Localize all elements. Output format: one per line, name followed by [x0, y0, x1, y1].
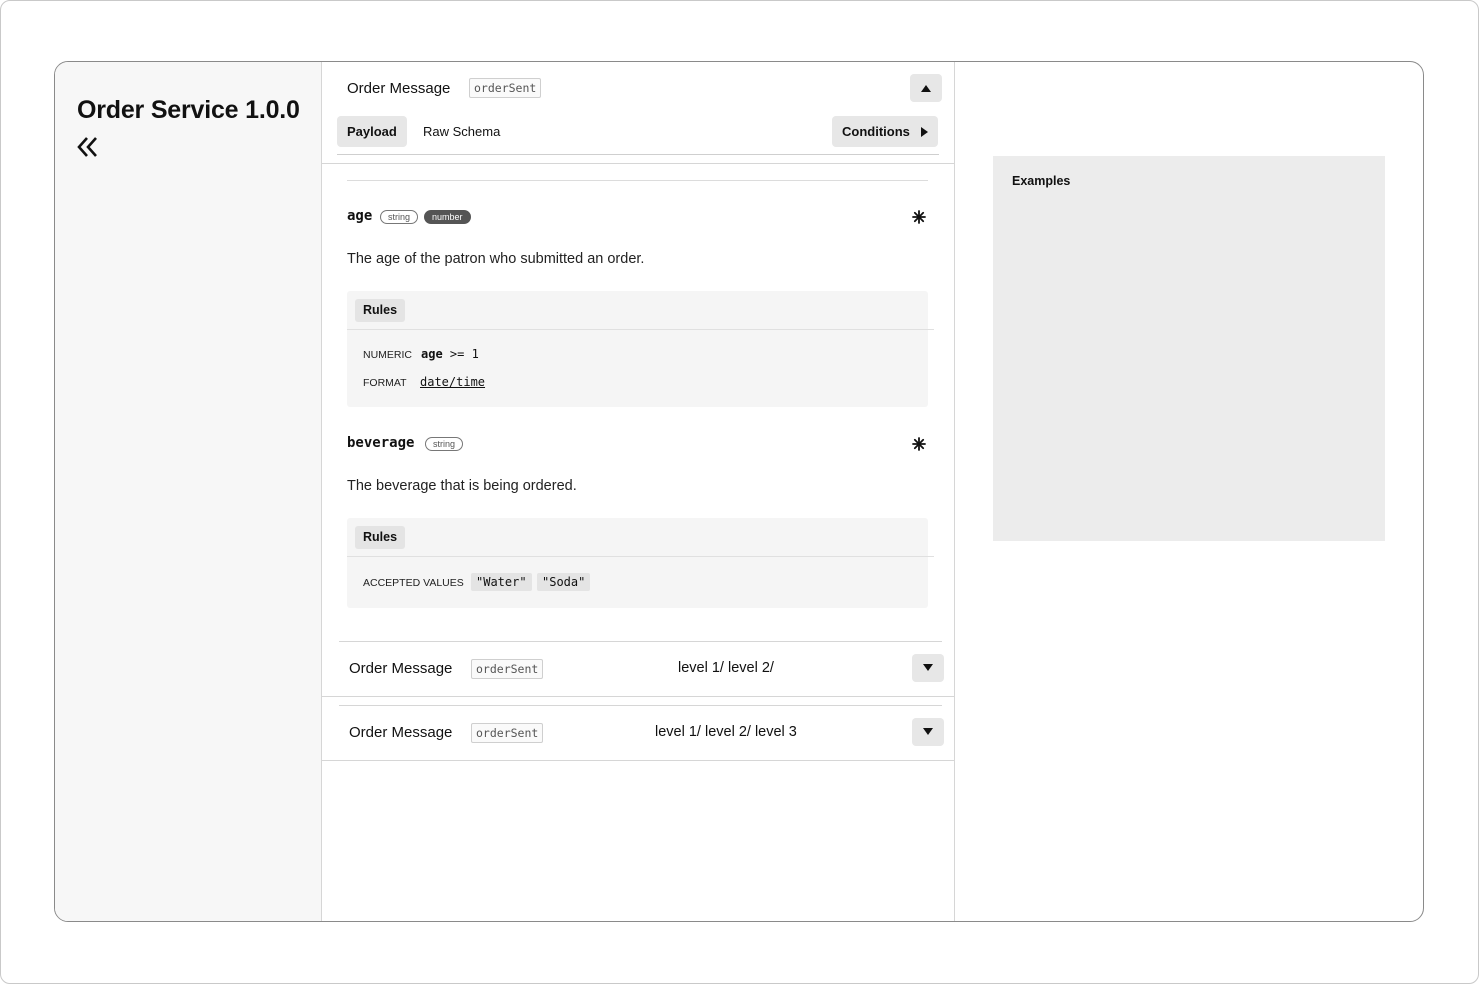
- message-path: level 1/ level 2/: [678, 660, 774, 676]
- divider: [347, 180, 928, 181]
- type-badge-string: string: [380, 210, 419, 224]
- field-description: The age of the patron who submitted an o…: [347, 251, 645, 267]
- rules-box: Rules NUMERIC age >= 1 FORMAT date/time: [347, 291, 934, 407]
- expand-message-button[interactable]: [912, 654, 944, 682]
- divider: [339, 705, 942, 706]
- examples-title: Examples: [1012, 174, 1071, 188]
- rule-key-accepted-values: ACCEPTED VALUES: [363, 577, 464, 589]
- asterisk-icon: [912, 437, 926, 451]
- conditions-button[interactable]: Conditions: [832, 116, 938, 147]
- field-name-beverage: beverage: [347, 435, 415, 451]
- app-window: Order Service 1.0.0 Order Message orderS…: [54, 61, 1424, 922]
- caret-down-icon: [923, 728, 933, 735]
- caret-down-icon: [923, 664, 933, 671]
- rule-key-numeric: NUMERIC: [363, 349, 412, 361]
- message-code: orderSent: [471, 723, 544, 743]
- accepted-value-chip: "Water": [471, 573, 532, 591]
- collapsed-message[interactable]: Order Message orderSent level 1/ level 2…: [322, 705, 955, 761]
- rule-value-numeric: age >= 1: [421, 347, 479, 361]
- rules-label: Rules: [355, 299, 406, 322]
- message-path: level 1/ level 2/ level 3: [655, 724, 797, 740]
- expand-message-button[interactable]: [912, 718, 944, 746]
- conditions-label: Conditions: [842, 124, 910, 139]
- message-panel: Order Message orderSent Payload Raw Sche…: [322, 62, 955, 921]
- app-title: Order Service 1.0.0: [77, 96, 300, 124]
- header-divider: [337, 154, 939, 155]
- caret-up-icon: [921, 85, 931, 92]
- message-title: Order Message: [347, 80, 451, 97]
- double-chevron-left-icon[interactable]: [73, 132, 103, 162]
- rules-box: Rules ACCEPTED VALUES "Water" "Soda": [347, 518, 934, 608]
- sidebar: Order Service 1.0.0: [55, 62, 322, 921]
- rules-divider: [347, 329, 934, 330]
- examples-box: Examples: [993, 156, 1385, 541]
- asterisk-icon: [912, 210, 926, 224]
- message-code: orderSent: [469, 78, 542, 98]
- collapsed-message[interactable]: Order Message orderSent level 1/ level 2…: [322, 641, 955, 697]
- type-badge-number: number: [424, 210, 471, 224]
- tab-raw-schema[interactable]: Raw Schema: [413, 116, 510, 147]
- rule-key-format: FORMAT: [363, 377, 407, 389]
- type-badge-string: string: [425, 437, 464, 451]
- message-title: Order Message: [349, 724, 453, 741]
- field-name-age: age: [347, 208, 373, 224]
- accepted-value-chip: "Soda": [537, 573, 591, 591]
- rules-divider: [347, 556, 934, 557]
- collapse-message-button[interactable]: [910, 74, 942, 102]
- message-header: Order Message orderSent Payload Raw Sche…: [322, 62, 955, 164]
- tab-payload[interactable]: Payload: [337, 116, 407, 147]
- examples-panel: Examples: [955, 62, 1423, 921]
- message-code: orderSent: [471, 659, 544, 679]
- caret-right-icon: [920, 126, 928, 137]
- message-title: Order Message: [349, 660, 453, 677]
- field-description: The beverage that is being ordered.: [347, 478, 577, 494]
- rules-label: Rules: [355, 526, 406, 549]
- divider: [339, 641, 942, 642]
- rule-value-format: date/time: [420, 375, 486, 389]
